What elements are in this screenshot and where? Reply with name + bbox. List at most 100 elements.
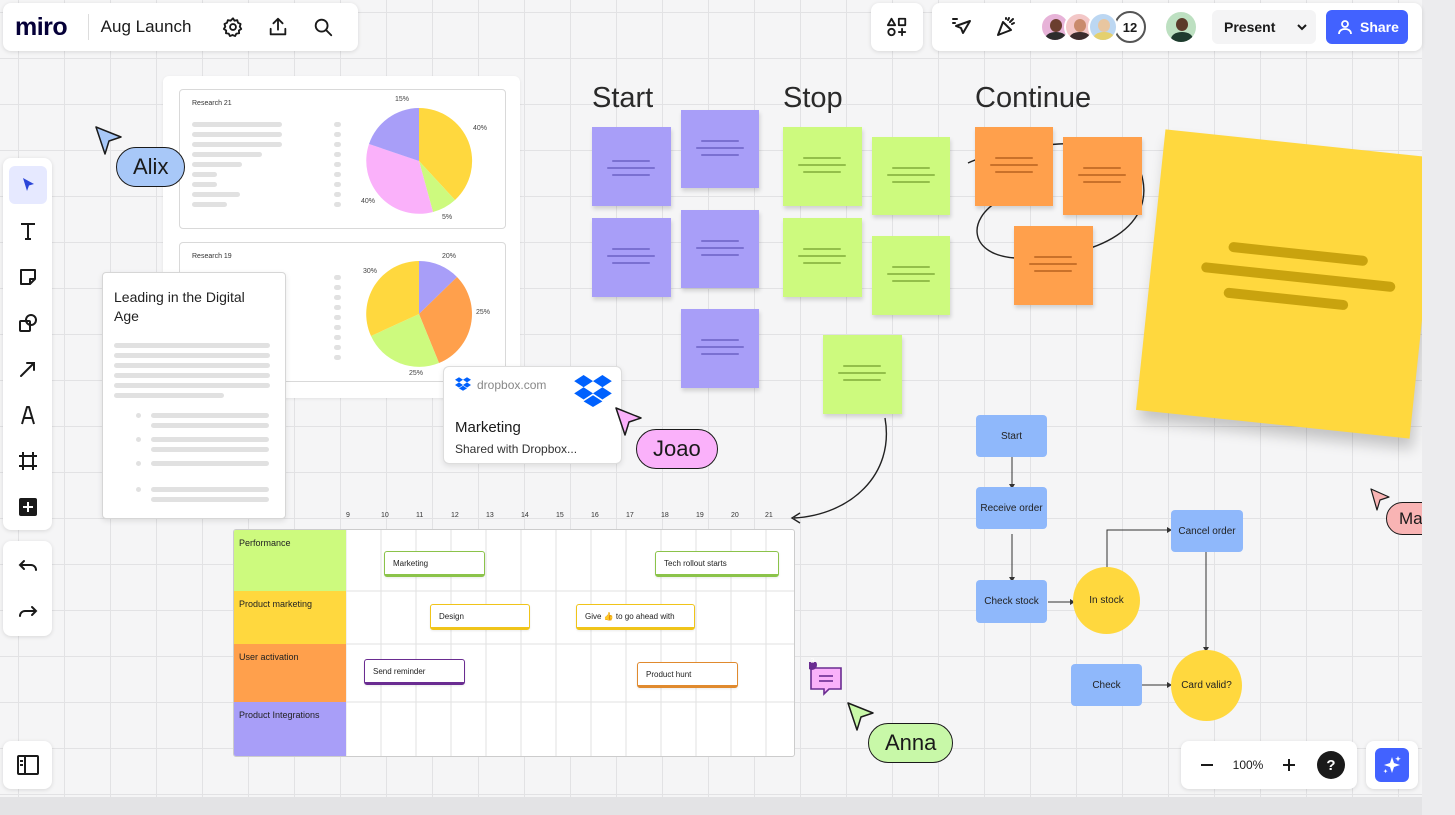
timeline-row-product-integrations: Product Integrations: [234, 702, 346, 756]
pie-label: 30%: [363, 268, 378, 275]
frame-tool[interactable]: [3, 438, 52, 484]
settings-button[interactable]: [211, 7, 256, 47]
legend-dot: [334, 162, 341, 167]
collaborator-count[interactable]: 12: [1114, 11, 1146, 43]
zoom-in-button[interactable]: [1271, 747, 1307, 783]
comment-bubble[interactable]: 3: [807, 658, 842, 696]
flowchart-receive-order[interactable]: Receive order: [976, 487, 1047, 529]
pie-label: 25%: [476, 309, 491, 316]
sticky-note-stop[interactable]: [872, 236, 950, 315]
flowchart-check[interactable]: Check: [1071, 664, 1142, 706]
legend-dot: [334, 182, 341, 187]
text-line: [151, 447, 269, 452]
legend-dot: [334, 355, 341, 360]
reactions-button[interactable]: [984, 7, 1028, 47]
flowchart-cancel-order[interactable]: Cancel order: [1171, 510, 1243, 552]
flowchart-start[interactable]: Start: [976, 415, 1047, 457]
ai-assist-button[interactable]: [1375, 748, 1409, 782]
text-line: [114, 343, 270, 348]
sticky-note-start[interactable]: [681, 309, 759, 388]
dropbox-card[interactable]: dropbox.com Marketing Shared with Dropbo…: [443, 366, 622, 464]
legend-dot: [334, 335, 341, 340]
present-button[interactable]: Present: [1212, 10, 1316, 44]
sidebar-icon: [16, 755, 39, 775]
text-line: [151, 487, 269, 492]
share-button[interactable]: Share: [1326, 10, 1408, 44]
current-user-avatar[interactable]: [1164, 10, 1198, 44]
sticky-note-start[interactable]: [592, 127, 671, 206]
zoom-level[interactable]: 100%: [1225, 758, 1271, 772]
document-title: Leading in the Digital Age: [114, 289, 245, 324]
large-sticky-note[interactable]: [1136, 129, 1422, 439]
plus-icon: [1283, 759, 1295, 771]
miro-logo[interactable]: miro: [15, 13, 84, 42]
sticky-note-stop[interactable]: [823, 335, 902, 414]
collaborator-avatars[interactable]: 12: [1040, 11, 1146, 43]
search-button[interactable]: [301, 7, 346, 47]
text-line: [192, 202, 227, 207]
dropbox-icon: [455, 377, 471, 391]
right-edge: [1422, 0, 1455, 815]
legend-dot: [334, 172, 341, 177]
present-options-button[interactable]: [1288, 10, 1316, 44]
frame-icon: [18, 452, 37, 470]
text-line: [114, 383, 270, 388]
pie-label: 15%: [395, 96, 410, 103]
pen-icon: [20, 406, 35, 425]
cursor-tracking-button[interactable]: [940, 7, 984, 47]
cursor-joao-icon: [615, 407, 642, 436]
sticky-note-stop[interactable]: [872, 137, 950, 215]
canvas[interactable]: Research 21 15% 40% 40% 5% Research 19 2…: [0, 0, 1422, 797]
user-icon: [1338, 20, 1352, 35]
apps-button[interactable]: [871, 3, 923, 51]
sticky-note-start[interactable]: [681, 110, 759, 188]
connector-tool[interactable]: [3, 346, 52, 392]
board-name[interactable]: Aug Launch: [101, 17, 211, 37]
avatar[interactable]: [1088, 12, 1118, 42]
timeline-day: 14: [521, 512, 529, 519]
sticky-note-start[interactable]: [592, 218, 671, 297]
sticky-note-stop[interactable]: [783, 127, 862, 206]
sticky-note-continue[interactable]: [975, 127, 1053, 206]
help-button[interactable]: ?: [1317, 751, 1345, 779]
select-tool[interactable]: [3, 162, 52, 208]
search-icon: [315, 18, 333, 37]
undo-button[interactable]: [3, 543, 52, 589]
text-line: [192, 192, 240, 197]
text-tool[interactable]: [3, 208, 52, 254]
shapes-tool[interactable]: [3, 300, 52, 346]
flowchart-card-valid[interactable]: Card valid?: [1171, 650, 1242, 721]
timeline-task-send-reminder[interactable]: Send reminder: [364, 659, 465, 685]
pie-label: 40%: [361, 198, 376, 205]
pen-tool[interactable]: [3, 392, 52, 438]
redo-button[interactable]: [3, 589, 52, 635]
timeline-task-product-hunt[interactable]: Product hunt: [637, 662, 738, 688]
timeline-task-give-go[interactable]: Give 👍 to go ahead with: [576, 604, 695, 630]
timeline-table[interactable]: Performance Product marketing User activ…: [233, 529, 795, 757]
top-left-toolbar: miro Aug Launch: [3, 3, 358, 51]
sticky-note-start[interactable]: [681, 210, 759, 288]
cursor-anna-icon: [847, 702, 874, 731]
timeline-task-tech-rollout[interactable]: Tech rollout starts: [655, 551, 779, 577]
document-card[interactable]: Leading in the Digital Age: [102, 272, 286, 519]
sticky-note-stop[interactable]: [783, 218, 862, 297]
more-tools-button[interactable]: [3, 484, 52, 530]
flowchart-in-stock[interactable]: In stock: [1073, 567, 1140, 634]
sparkle-icon: [1383, 756, 1401, 774]
flowchart-check-stock[interactable]: Check stock: [976, 580, 1047, 623]
export-button[interactable]: [256, 7, 301, 47]
sticky-note-continue[interactable]: [1063, 137, 1142, 215]
panels-toggle-button[interactable]: [3, 741, 52, 789]
timeline-task-marketing[interactable]: Marketing: [384, 551, 485, 577]
sticky-note-continue[interactable]: [1014, 226, 1093, 305]
sticky-note-tool[interactable]: [3, 254, 52, 300]
history-toolbar: [3, 541, 52, 636]
divider: [87, 14, 89, 40]
legend-dot: [334, 192, 341, 197]
bullet: [136, 487, 141, 492]
timeline-day: 12: [451, 512, 459, 519]
zoom-out-button[interactable]: [1189, 747, 1225, 783]
upload-icon: [270, 17, 287, 36]
timeline-task-design[interactable]: Design: [430, 604, 530, 630]
research-card-21[interactable]: Research 21 15% 40% 40% 5%: [179, 89, 506, 229]
